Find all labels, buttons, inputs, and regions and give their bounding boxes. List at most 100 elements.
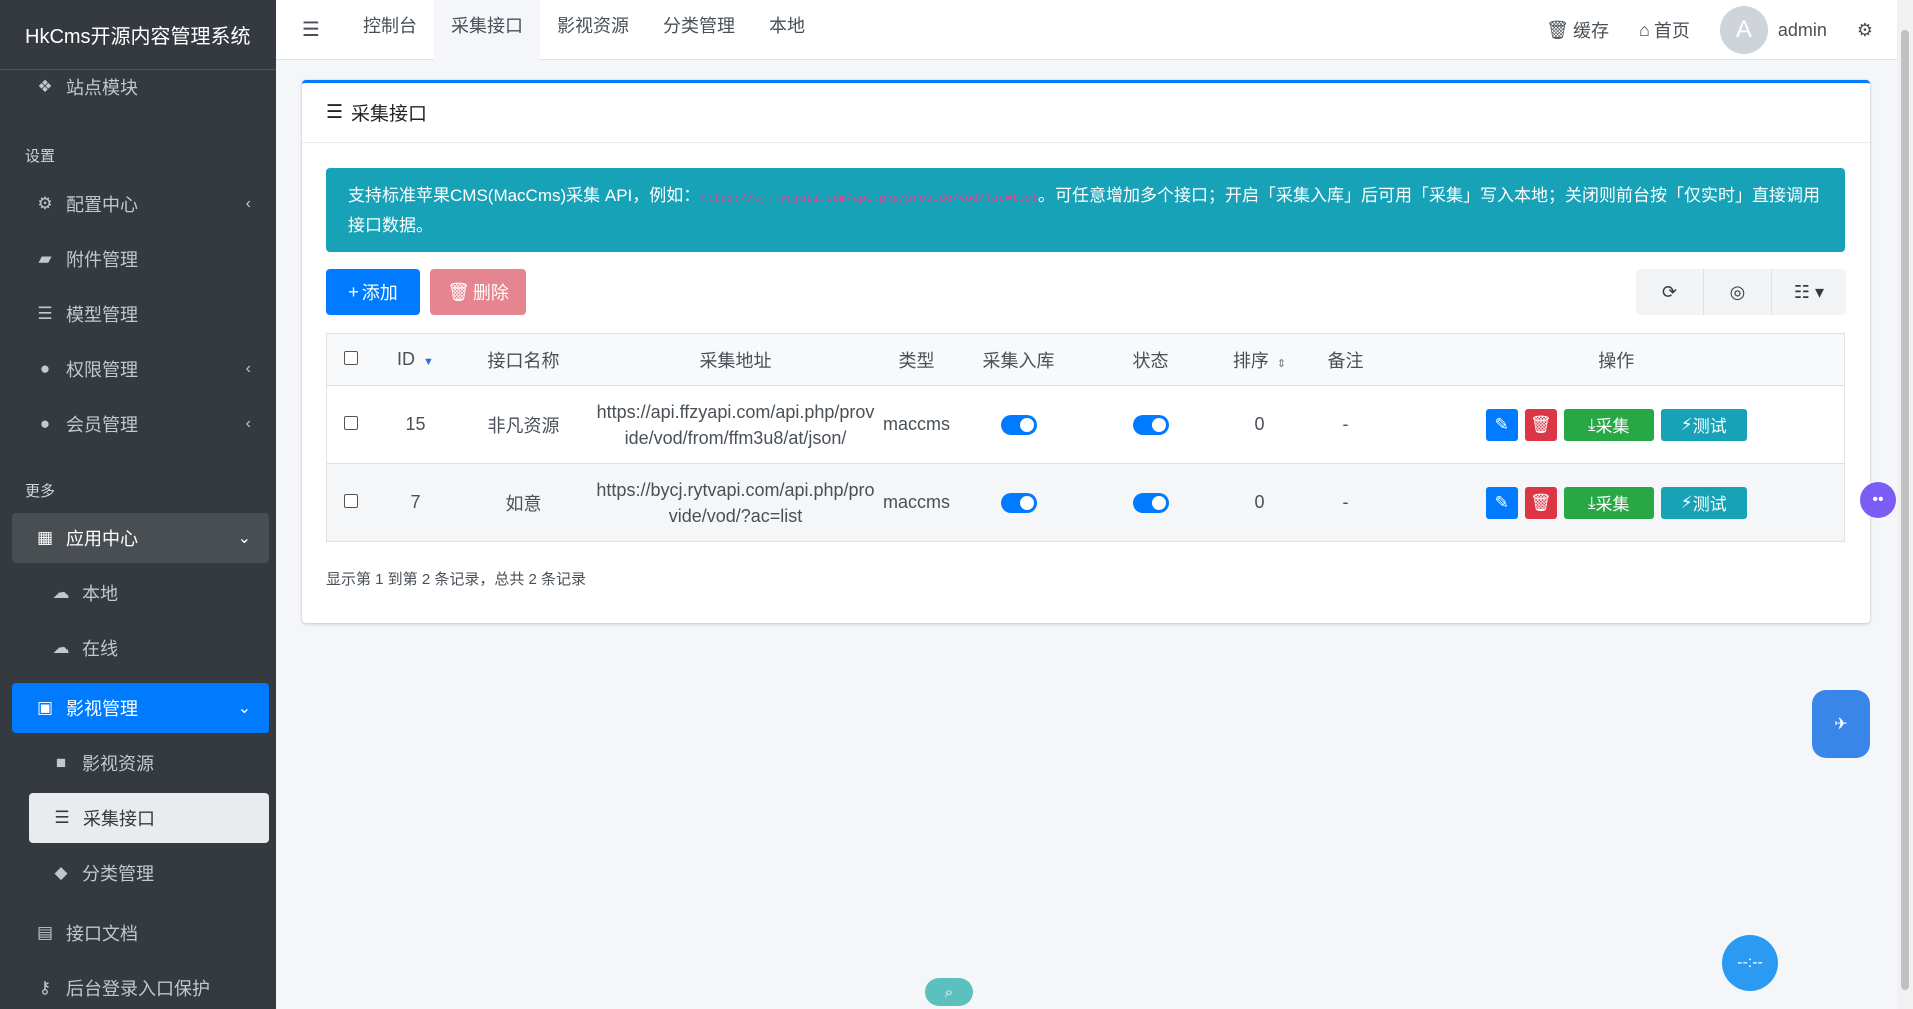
floating-assistant-icon[interactable]: •• [1860, 482, 1896, 518]
tab-collect-api[interactable]: 采集接口 [434, 0, 540, 60]
collect-button[interactable]: ⤓ 采集 [1563, 486, 1654, 519]
collect-store-toggle[interactable] [1000, 415, 1037, 436]
cloud-icon: ☁ [52, 638, 70, 657]
cell-sort: 0 [1216, 385, 1303, 464]
sidebar-item-category-manage[interactable]: ◆ 分类管理 [12, 848, 269, 898]
sidebar-item-app-center[interactable]: ▦ 应用中心 ⌄ [12, 513, 269, 563]
cache-label: 缓存 [1572, 21, 1609, 41]
column-sort[interactable]: 排序 ⇕ [1216, 333, 1303, 386]
sidebar-item-members[interactable]: ● 会员管理 ‹ [12, 399, 269, 449]
floating-search-icon[interactable]: ⌕ [925, 978, 973, 1006]
status-toggle[interactable] [1132, 415, 1169, 436]
status-toggle[interactable] [1132, 493, 1169, 514]
test-button[interactable]: ⚡ 测试 [1660, 486, 1747, 519]
server-icon: ☰ [54, 808, 70, 827]
edit-button[interactable]: ✎ [1485, 486, 1518, 519]
cell-remark: - [1302, 463, 1389, 542]
sidebar-item-label: 分类管理 [82, 864, 154, 884]
sidebar-item-config-center[interactable]: ⚙ 配置中心 ‹ [12, 179, 269, 229]
chevron-down-icon: ⌄ [237, 530, 251, 547]
sidebar-item-label: 模型管理 [66, 305, 138, 325]
user-menu[interactable]: A admin [1719, 6, 1827, 54]
cache-button[interactable]: 🗑 缓存 [1546, 17, 1609, 43]
home-label: 首页 [1653, 21, 1690, 41]
table-row: 7 如意 https://bycj.rytvapi.com/api.php/pr… [326, 463, 1845, 542]
page-scrollbar[interactable] [1897, 0, 1913, 1009]
cell-id: 7 [374, 463, 457, 542]
select-all-checkbox[interactable] [326, 333, 375, 386]
test-button[interactable]: ⚡ 测试 [1660, 408, 1747, 441]
tab-category-manage[interactable]: 分类管理 [646, 0, 752, 60]
sidebar-item-label: 会员管理 [66, 415, 138, 435]
collect-api-card: ☰ 采集接口 支持标准苹果CMS(MacCms)采集 API，例如：https:… [302, 80, 1870, 623]
cell-type: maccms [880, 463, 953, 542]
row-delete-button[interactable]: 🗑 [1524, 408, 1557, 441]
sidebar-item-attachments[interactable]: ▰ 附件管理 [12, 234, 269, 284]
floating-bird-icon[interactable]: ✈ [1812, 690, 1870, 758]
sidebar-item-label: 后台登录入口保护 [66, 979, 210, 999]
add-label: 添加 [361, 283, 398, 303]
toggle-icon[interactable]: ◎ [1704, 269, 1772, 315]
refresh-icon[interactable]: ⟳ [1636, 269, 1704, 315]
column-id[interactable]: ID ▼ [374, 333, 457, 386]
tab-video-resource[interactable]: 影视资源 [540, 0, 646, 60]
delete-button[interactable]: 🗑 删除 [430, 269, 526, 315]
cell-actions: ✎ 🗑 ⤓ 采集 ⚡ 测试 [1388, 463, 1845, 542]
download-icon: ⤓ [1587, 492, 1596, 512]
column-type: 类型 [880, 333, 953, 386]
table-toolbar: ⟳ ◎ ☷ ▾ [1636, 269, 1846, 315]
pagination-info: 显示第 1 到第 2 条记录，总共 2 条记录 [326, 571, 587, 588]
row-delete-button[interactable]: 🗑 [1524, 486, 1557, 519]
tab-local[interactable]: 本地 [752, 0, 822, 60]
sidebar-item-online[interactable]: ☁ 在线 [12, 623, 269, 673]
folder-icon: ▰ [38, 249, 52, 268]
columns-dropdown-icon[interactable]: ☷ ▾ [1772, 269, 1846, 315]
cell-id: 15 [374, 385, 457, 464]
brand-title[interactable]: HkCms开源内容管理系统 [0, 0, 276, 70]
cell-sort: 0 [1216, 463, 1303, 542]
sidebar-item-label: 采集接口 [83, 809, 155, 829]
sidebar-header-more: 更多 [25, 483, 56, 500]
gear-icon: ⚙ [37, 194, 53, 213]
avatar: A [1719, 6, 1768, 54]
sidebar-item-video-manage[interactable]: ▣ 影视管理 ⌄ [12, 683, 269, 733]
pencil-icon: ✎ [1494, 414, 1509, 434]
column-actions: 操作 [1388, 333, 1845, 386]
floating-timer-icon[interactable]: --:-- [1722, 935, 1778, 991]
download-icon: ⤓ [1587, 414, 1596, 434]
tags-icon: ◆ [54, 863, 68, 882]
sidebar-item-video-resource[interactable]: ■ 影视资源 [12, 738, 269, 788]
trash-icon: 🗑 [447, 281, 470, 302]
sidebar: HkCms开源内容管理系统 ❖ 站点模块 设置 ⚙ 配置中心 ‹ ▰ 附件管理 … [0, 0, 276, 1009]
edit-button[interactable]: ✎ [1485, 408, 1518, 441]
sidebar-item-models[interactable]: ☰ 模型管理 [12, 289, 269, 339]
sidebar-item-permissions[interactable]: ● 权限管理 ‹ [12, 344, 269, 394]
sort-desc-icon: ▼ [423, 356, 434, 368]
sidebar-item-collect-api[interactable]: ☰ 采集接口 [29, 793, 269, 843]
info-alert: 支持标准苹果CMS(MacCms)采集 API，例如：https://cj.ry… [326, 168, 1845, 252]
cell-name: 如意 [456, 463, 591, 542]
menu-toggle-icon[interactable]: ☰ [276, 17, 346, 42]
cell-url: https://api.ffzyapi.com/api.php/prov ide/… [590, 385, 881, 464]
user-icon: ● [39, 414, 51, 433]
sidebar-item-local[interactable]: ☁ 本地 [12, 568, 269, 618]
trash-icon: 🗑 [1546, 19, 1569, 40]
plug-icon: ⚡ [1680, 492, 1693, 512]
username: admin [1777, 19, 1827, 40]
add-button[interactable]: + 添加 [326, 269, 420, 315]
collect-store-toggle[interactable] [1000, 493, 1037, 514]
home-button[interactable]: ⌂ 首页 [1639, 17, 1690, 43]
sidebar-item-site-module[interactable]: ❖ 站点模块 [12, 62, 269, 112]
scrollbar-thumb[interactable] [1901, 30, 1909, 990]
row-checkbox[interactable] [326, 385, 375, 464]
alert-text-1: 支持标准苹果CMS(MacCms)采集 API，例如： [348, 186, 701, 205]
collect-button[interactable]: ⤓ 采集 [1563, 408, 1654, 441]
sidebar-item-label: 权限管理 [66, 360, 138, 380]
sidebar-item-label: 影视资源 [82, 754, 154, 774]
sidebar-item-login-protect[interactable]: ⚷ 后台登录入口保护 [12, 963, 269, 1009]
tab-console[interactable]: 控制台 [346, 0, 434, 60]
settings-gear-icon[interactable]: ⚙ [1857, 20, 1873, 41]
sidebar-item-api-docs[interactable]: ▤ 接口文档 [12, 908, 269, 958]
navbar-right: 🗑 缓存 ⌂ 首页 A admin ⚙ [1546, 0, 1897, 60]
row-checkbox[interactable] [326, 463, 375, 542]
